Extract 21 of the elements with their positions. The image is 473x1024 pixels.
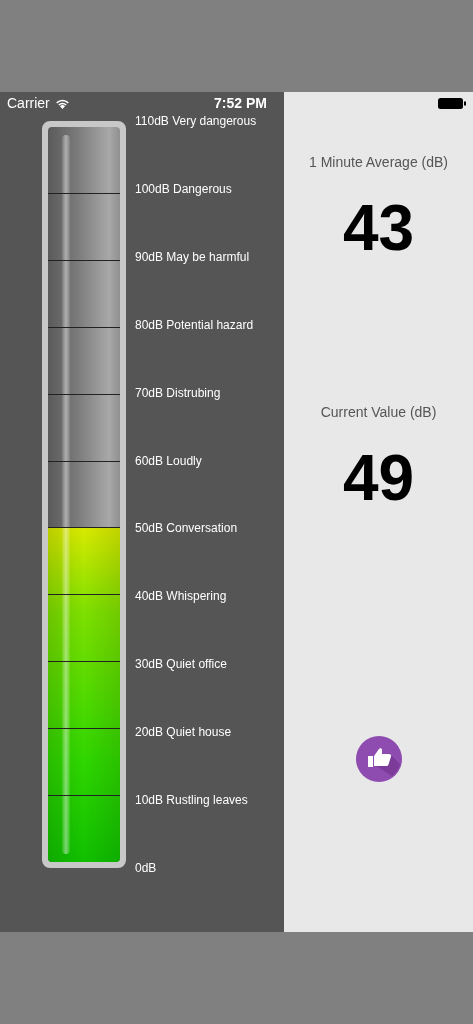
scale-label: 0dB [135,859,158,876]
scale-label: 90dB May be harmful [135,248,251,265]
reading-value: 43 [342,192,415,264]
clock-time: 7:52 PM [214,95,267,111]
carrier-label: Carrier [7,95,50,111]
reading-label: 1 Minute Average (dB) [308,154,448,170]
reading-label: Current Value (dB) [320,404,437,420]
scale-label: 70dB Distrubing [135,384,222,401]
scale-label: 100dB Dangerous [135,180,233,197]
scale-label: 60dB Loudly [135,452,203,469]
reading-value: 49 [342,442,415,514]
scale-label: 80dB Potential hazard [135,316,255,333]
thumbs-up-icon [355,736,402,782]
scale-label: 10dB Rustling leaves [135,792,249,809]
battery-icon [438,97,466,109]
scale-label: 30dB Quiet office [135,656,228,673]
wifi-icon [54,97,70,109]
scale-label: 50dB Conversation [135,520,239,537]
scale-label: 20dB Quiet house [135,724,233,741]
scale-label: 40dB Whispering [135,588,228,605]
scale-label: 110dB Very dangerous [135,113,257,129]
